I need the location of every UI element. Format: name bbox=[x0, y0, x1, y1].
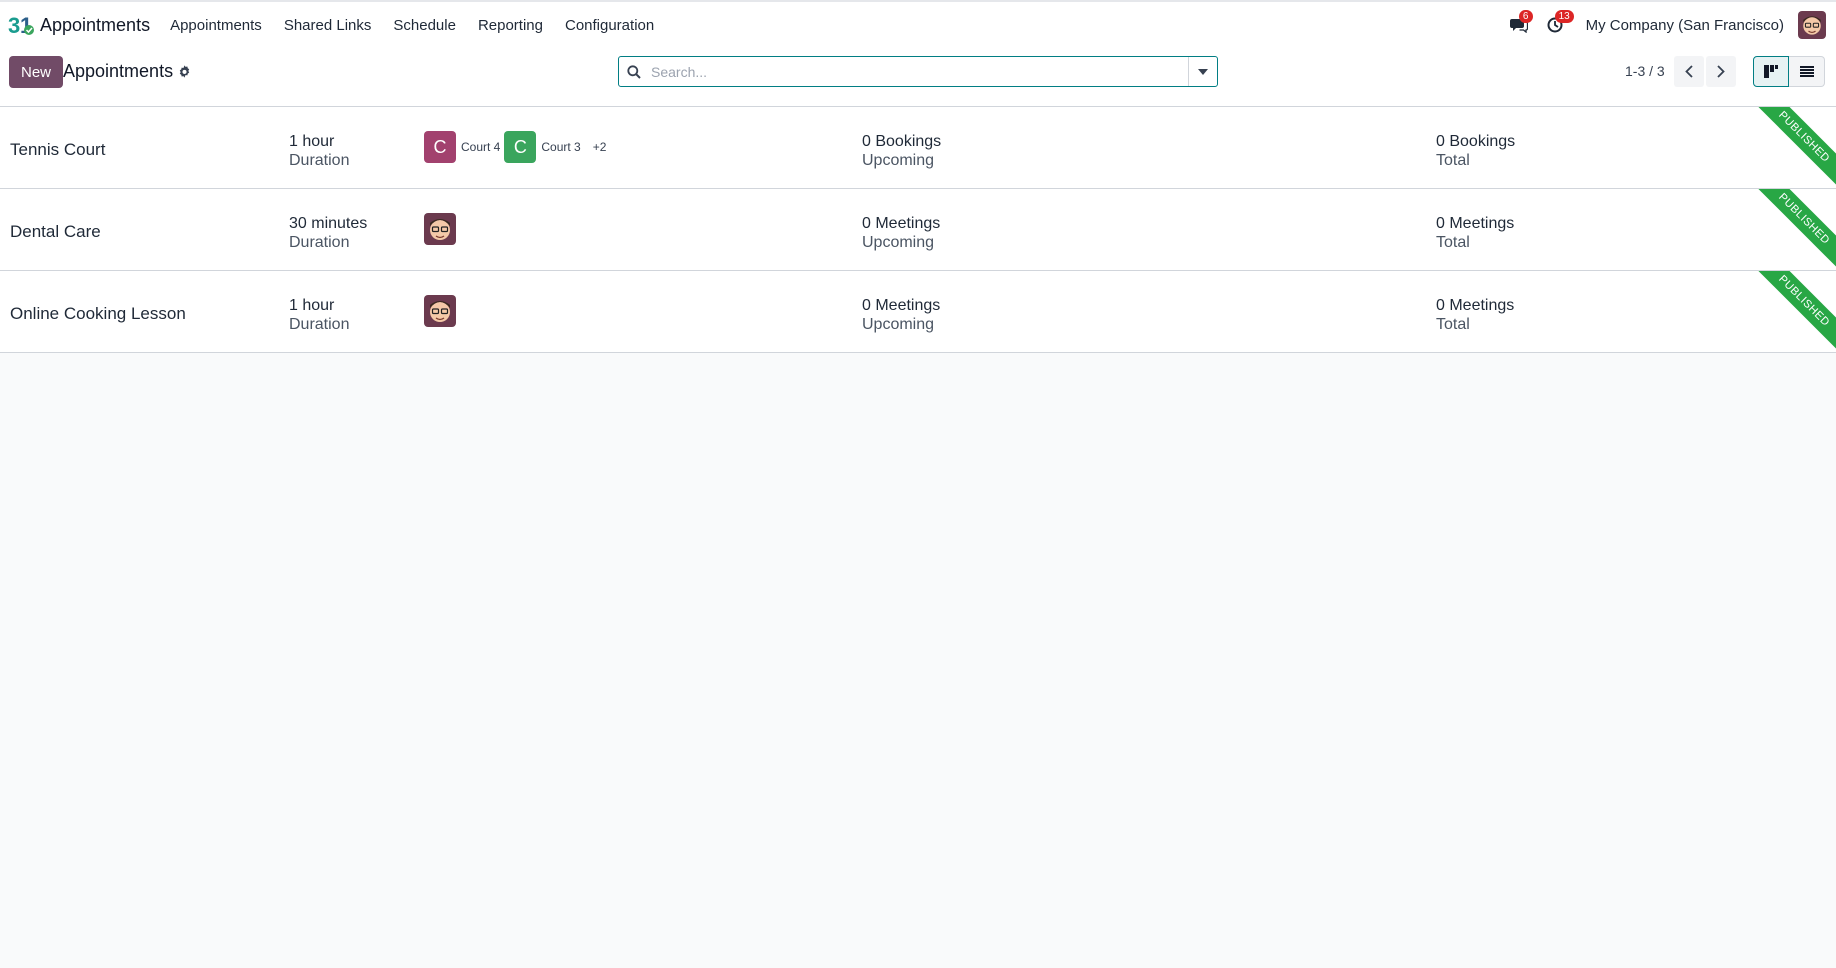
search-input[interactable] bbox=[649, 62, 1188, 81]
pager-next-button[interactable] bbox=[1706, 56, 1736, 87]
total-stat[interactable]: 0 Meetings Total bbox=[1436, 214, 1514, 252]
kanban-icon bbox=[1764, 65, 1778, 78]
ribbon-text: PUBLISHED bbox=[1746, 189, 1836, 270]
published-ribbon: PUBLISHED bbox=[1746, 189, 1836, 270]
appointments-app-icon[interactable]: 3 1 bbox=[8, 13, 36, 37]
chevron-left-icon bbox=[1685, 65, 1693, 78]
appointment-name: Dental Care bbox=[10, 222, 101, 241]
total-value: 0 Bookings bbox=[1436, 133, 1516, 150]
upcoming-value: 0 Meetings bbox=[862, 297, 941, 314]
duration-label: Duration bbox=[289, 316, 350, 333]
menu-appointments[interactable]: Appointments bbox=[170, 17, 262, 34]
new-button[interactable]: New bbox=[9, 56, 64, 88]
resource-avatar: C bbox=[424, 131, 456, 163]
published-ribbon: PUBLISHED bbox=[1746, 107, 1836, 188]
caret-down-icon bbox=[1198, 68, 1208, 75]
duration-value: 1 hour bbox=[289, 133, 335, 150]
upcoming-value: 0 Meetings bbox=[862, 215, 941, 232]
kanban-view-button[interactable] bbox=[1753, 56, 1789, 87]
list-icon bbox=[1799, 66, 1814, 77]
search-bar bbox=[618, 56, 1218, 87]
upcoming-value: 0 Bookings bbox=[862, 133, 942, 150]
svg-text:3: 3 bbox=[8, 13, 20, 37]
app-name[interactable]: Appointments bbox=[40, 15, 150, 36]
total-label: Total bbox=[1436, 316, 1470, 333]
staff-avatar bbox=[424, 295, 456, 327]
duration-block: 1 hour Duration bbox=[289, 296, 349, 334]
search-options-toggle[interactable] bbox=[1188, 57, 1217, 86]
appointment-name: Online Cooking Lesson bbox=[10, 304, 186, 323]
total-value: 0 Meetings bbox=[1436, 297, 1515, 314]
menu-configuration[interactable]: Configuration bbox=[565, 17, 654, 34]
duration-label: Duration bbox=[289, 152, 350, 169]
control-panel: New Appointments 1-3 / 3 bbox=[0, 48, 1836, 107]
search-icon bbox=[619, 64, 649, 79]
duration-block: 30 minutes Duration bbox=[289, 214, 367, 252]
messages-badge: 6 bbox=[1518, 10, 1533, 23]
duration-block: 1 hour Duration bbox=[289, 132, 349, 170]
gear-icon[interactable] bbox=[178, 65, 191, 78]
company-switcher[interactable]: My Company (San Francisco) bbox=[1586, 17, 1784, 34]
total-stat[interactable]: 0 Bookings Total bbox=[1436, 132, 1515, 170]
appointment-name: Tennis Court bbox=[10, 140, 106, 159]
duration-label: Duration bbox=[289, 234, 350, 251]
navbar-systray: 6 13 My Company (San Francisco) bbox=[1506, 2, 1826, 48]
upcoming-stat[interactable]: 0 Bookings Upcoming bbox=[862, 132, 941, 170]
resource-label: Court 3 bbox=[541, 140, 581, 154]
main-navbar: 3 1 Appointments Appointments Shared Lin… bbox=[0, 0, 1836, 48]
resource-list: C Court 4 C Court 3 +2 bbox=[424, 131, 606, 163]
ribbon-text: PUBLISHED bbox=[1746, 107, 1836, 188]
duration-value: 30 minutes bbox=[289, 215, 368, 232]
total-stat[interactable]: 0 Meetings Total bbox=[1436, 296, 1514, 334]
staff-avatar bbox=[424, 213, 456, 245]
duration-value: 1 hour bbox=[289, 297, 335, 314]
upcoming-label: Upcoming bbox=[862, 234, 935, 251]
pager-value[interactable]: 1-3 / 3 bbox=[1625, 63, 1665, 79]
upcoming-label: Upcoming bbox=[862, 152, 935, 169]
upcoming-stat[interactable]: 0 Meetings Upcoming bbox=[862, 214, 940, 252]
upcoming-stat[interactable]: 0 Meetings Upcoming bbox=[862, 296, 940, 334]
list-item[interactable]: Dental Care 30 minutes Duration 0 Meetin… bbox=[0, 189, 1836, 271]
list-item[interactable]: Tennis Court 1 hour Duration C Court 4 C… bbox=[0, 107, 1836, 189]
activities-badge: 13 bbox=[1554, 10, 1574, 23]
page-title: Appointments bbox=[63, 61, 174, 81]
list-item[interactable]: Online Cooking Lesson 1 hour Duration 0 … bbox=[0, 271, 1836, 353]
activities-button[interactable]: 13 bbox=[1542, 10, 1574, 38]
messaging-button[interactable]: 6 bbox=[1506, 10, 1533, 38]
user-avatar[interactable] bbox=[1798, 11, 1826, 39]
breadcrumb: Appointments bbox=[63, 61, 191, 82]
kanban-list: Tennis Court 1 hour Duration C Court 4 C… bbox=[0, 107, 1836, 353]
total-label: Total bbox=[1436, 234, 1470, 251]
resource-avatar: C bbox=[504, 131, 537, 163]
upcoming-label: Upcoming bbox=[862, 316, 935, 333]
menu-reporting[interactable]: Reporting bbox=[478, 17, 543, 34]
published-ribbon: PUBLISHED bbox=[1746, 271, 1836, 352]
total-label: Total bbox=[1436, 152, 1470, 169]
chevron-right-icon bbox=[1717, 65, 1725, 78]
resource-label: Court 4 bbox=[461, 140, 501, 154]
ribbon-text: PUBLISHED bbox=[1746, 271, 1836, 352]
list-view-button[interactable] bbox=[1789, 56, 1825, 87]
menu-schedule[interactable]: Schedule bbox=[393, 17, 456, 34]
menu-shared-links[interactable]: Shared Links bbox=[284, 17, 372, 34]
pager-previous-button[interactable] bbox=[1674, 56, 1704, 87]
total-value: 0 Meetings bbox=[1436, 215, 1515, 232]
more-resources-count[interactable]: +2 bbox=[593, 140, 607, 154]
